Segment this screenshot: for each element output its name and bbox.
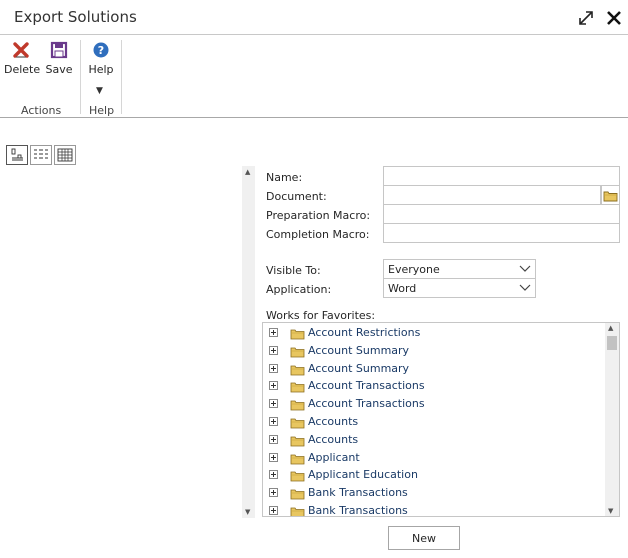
tree-scrollbar[interactable]: ▲ ▼ — [605, 323, 619, 516]
tree-item-label: Account Summary — [308, 343, 410, 357]
chevron-down-icon — [519, 265, 531, 272]
folder-icon — [290, 345, 305, 361]
expand-plus-icon[interactable] — [269, 381, 278, 391]
tree-item-label: Bank Transactions — [308, 486, 408, 500]
list-view-icon — [34, 149, 48, 159]
panel-scrollbar[interactable]: ▲ ▼ — [242, 166, 255, 518]
folder-icon — [290, 469, 305, 485]
folder-icon — [290, 327, 305, 343]
chevron-down-icon — [519, 284, 531, 291]
group-separator — [80, 40, 81, 114]
document-label: Document: — [266, 190, 327, 203]
document-browse-button[interactable] — [601, 185, 620, 205]
expand-plus-icon[interactable] — [269, 470, 278, 480]
name-label: Name: — [266, 171, 303, 184]
delete-button[interactable]: Delete — [4, 40, 41, 76]
form-view-icon — [11, 148, 23, 161]
tree-item[interactable]: Account Summary — [263, 360, 603, 378]
name-input[interactable] — [383, 166, 620, 186]
tree-item[interactable]: Account Transactions — [263, 377, 603, 395]
save-label: Save — [45, 63, 73, 76]
prep-macro-input[interactable] — [383, 204, 620, 224]
help-icon: ? — [93, 42, 109, 58]
expand-plus-icon[interactable] — [269, 363, 278, 373]
visible-to-label: Visible To: — [266, 264, 321, 277]
application-label: Application: — [266, 283, 332, 296]
tree-item[interactable]: Applicant Education — [263, 466, 603, 484]
grid-view-button[interactable] — [54, 145, 76, 165]
folder-icon — [290, 398, 305, 414]
scroll-down-icon[interactable]: ▼ — [608, 507, 613, 515]
expand-plus-icon[interactable] — [269, 434, 278, 444]
tree-item-label: Bank Transactions — [308, 504, 408, 517]
folder-icon — [290, 452, 305, 468]
folder-icon — [290, 505, 305, 516]
delete-label: Delete — [4, 63, 41, 76]
help-group-label: Help — [89, 104, 115, 117]
ribbon: Delete Save ? Help ▼ Actions Help — [0, 36, 628, 118]
scroll-down-icon[interactable]: ▼ — [245, 508, 250, 516]
folder-icon — [290, 434, 305, 450]
group-separator — [121, 40, 122, 114]
folder-icon — [290, 380, 305, 396]
tree-item-label: Applicant — [308, 450, 360, 464]
new-button[interactable]: New — [388, 526, 460, 550]
expand-plus-icon[interactable] — [269, 345, 278, 355]
tree-item[interactable]: Account Transactions — [263, 395, 603, 413]
favorites-label: Works for Favorites: — [266, 309, 376, 322]
tree-item[interactable]: Applicant — [263, 449, 603, 467]
completion-macro-label: Completion Macro: — [266, 228, 370, 241]
tree-item-label: Account Transactions — [308, 379, 425, 393]
delete-icon — [13, 42, 29, 58]
expand-plus-icon[interactable] — [269, 328, 278, 337]
tree-item[interactable]: Account Summary — [263, 342, 603, 360]
tree-item-label: Applicant Education — [308, 468, 418, 482]
expand-plus-icon[interactable] — [269, 399, 278, 409]
tree-item-label: Account Transactions — [308, 397, 425, 411]
svg-text:?: ? — [98, 44, 104, 57]
folder-icon — [290, 416, 305, 432]
help-dropdown-icon[interactable]: ▼ — [96, 86, 103, 96]
close-icon[interactable] — [605, 9, 623, 27]
favorites-tree: Account Restrictions Account Summary Accou… — [262, 322, 620, 517]
scroll-thumb[interactable] — [607, 336, 617, 350]
save-icon — [50, 41, 68, 59]
visible-to-select[interactable]: Everyone — [383, 259, 536, 279]
prep-macro-label: Preparation Macro: — [266, 209, 371, 222]
help-button[interactable]: ? Help — [86, 40, 116, 76]
save-button[interactable]: Save — [44, 40, 74, 76]
expand-plus-icon[interactable] — [269, 506, 278, 515]
application-select[interactable]: Word — [383, 278, 536, 298]
scroll-up-icon[interactable]: ▲ — [608, 324, 613, 332]
scroll-up-icon[interactable]: ▲ — [245, 168, 250, 176]
tree-item[interactable]: Accounts — [263, 431, 603, 449]
tree-item[interactable]: Accounts — [263, 413, 603, 431]
help-label: Help — [88, 63, 114, 76]
tree-item[interactable]: Account Restrictions — [263, 324, 603, 342]
list-view-button[interactable] — [30, 145, 52, 165]
completion-macro-input[interactable] — [383, 223, 620, 243]
folder-icon — [290, 487, 305, 503]
tree-item-label: Account Restrictions — [308, 326, 421, 339]
expand-plus-icon[interactable] — [269, 417, 278, 426]
tree-item[interactable]: Bank Transactions — [263, 502, 603, 517]
application-value: Word — [388, 282, 417, 295]
folder-icon — [290, 363, 305, 379]
title-bar: Export Solutions — [0, 0, 628, 35]
window-title: Export Solutions — [14, 8, 137, 26]
tree-item[interactable]: Bank Transactions — [263, 484, 603, 502]
expand-plus-icon[interactable] — [269, 452, 278, 462]
folder-icon — [603, 191, 618, 202]
tree-item-label: Accounts — [308, 415, 359, 428]
expand-plus-icon[interactable] — [269, 488, 278, 498]
tree-item-label: Account Summary — [308, 361, 410, 375]
actions-group-label: Actions — [21, 104, 62, 117]
expand-icon[interactable] — [577, 9, 595, 27]
visible-to-value: Everyone — [388, 263, 440, 276]
form-view-button[interactable] — [6, 145, 28, 165]
grid-view-icon — [57, 148, 73, 162]
document-input[interactable] — [383, 185, 601, 205]
tree-item-label: Accounts — [308, 432, 359, 446]
